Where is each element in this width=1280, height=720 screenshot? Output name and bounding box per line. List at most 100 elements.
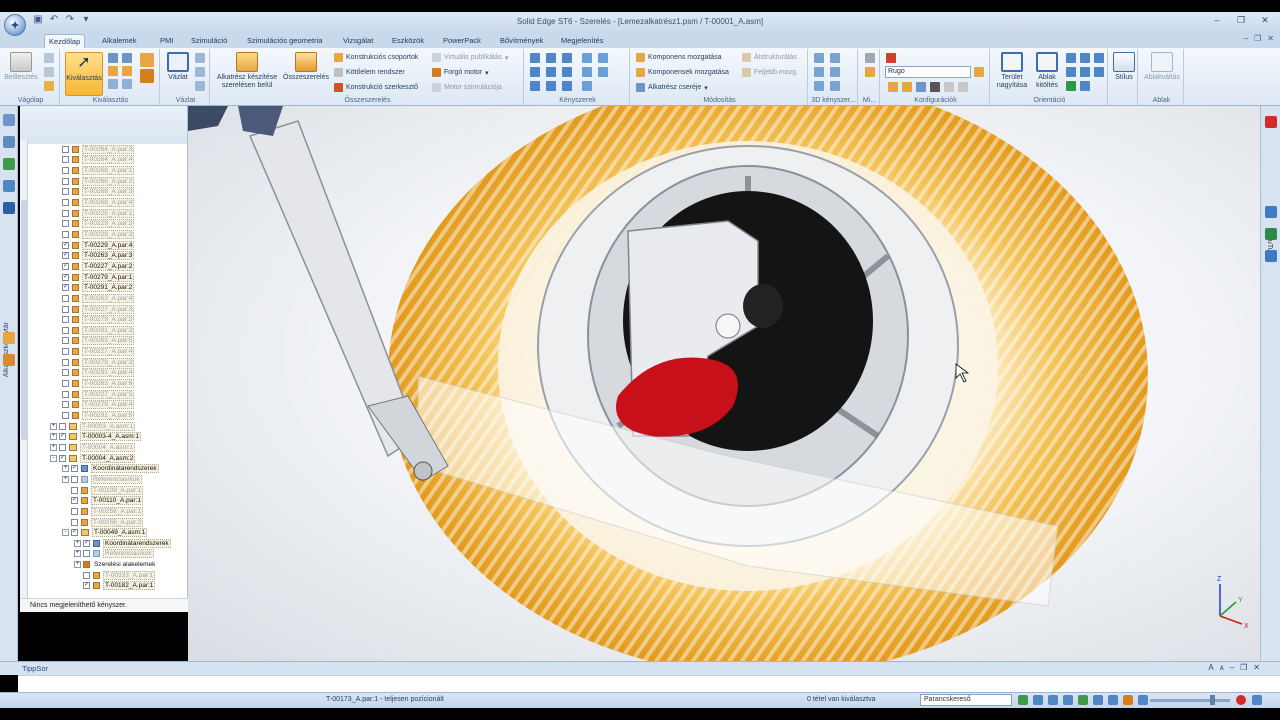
view-top-icon[interactable] [1080,67,1090,77]
view-front-icon[interactable] [1066,67,1076,77]
construction-groups-button[interactable]: Konstrukciós csoportok [334,53,418,62]
pan-icon[interactable] [1080,53,1090,63]
zoom-slider[interactable] [1150,699,1230,702]
command-finder-input[interactable]: Parancskereső [920,694,1012,706]
visibility-checkbox[interactable]: ✓ [62,273,69,281]
ribbon-minimize-icon[interactable]: – [1244,34,1248,43]
select-tool-icon[interactable] [108,53,118,63]
tree-row[interactable]: T-00263_A.par:6 [62,378,135,389]
visibility-checkbox[interactable] [62,326,69,334]
visibility-checkbox[interactable]: ✓ [62,241,69,249]
visibility-checkbox[interactable]: ✓ [71,529,78,537]
expand-icon[interactable]: + [74,539,81,547]
tree-row[interactable]: + ✓ Koordinátarendszerek [74,538,171,549]
tab-powerpack[interactable]: PowerPack [439,34,485,48]
refresh-icon[interactable] [1066,81,1076,91]
format-painter-icon[interactable] [44,81,54,91]
tree-row[interactable]: + T-00004_A.asm:1 [50,442,136,453]
visibility-checkbox[interactable] [62,294,69,302]
visibility-checkbox[interactable]: ✓ [59,454,66,462]
restructure-button[interactable]: Átstrukturálás [742,53,797,62]
tree-row[interactable]: ✓ T-00291_A.par:2 [62,282,135,293]
3d-arc-icon[interactable] [814,67,824,77]
3d-curve-icon[interactable] [814,81,824,91]
visibility-checkbox[interactable] [62,369,69,377]
ribbon-restore-icon[interactable]: ❐ [1254,34,1261,43]
visibility-checkbox[interactable] [71,486,78,494]
frame-design-button[interactable]: Konstrukció szerkesztő [334,83,418,92]
tree-row[interactable]: T-00279_A.par:2 [62,314,135,325]
font-size-small-icon[interactable]: ᴀ [1220,663,1224,672]
select-button[interactable]: ➚ Kiválasztás [65,52,103,96]
tab-szimulacios-geometria[interactable]: Szimulációs geometria [243,34,326,48]
visibility-checkbox[interactable] [62,199,69,207]
visibility-checkbox[interactable] [62,380,69,388]
view-icon[interactable] [944,82,954,92]
tab-szimulacio[interactable]: Szimuláció [187,34,231,48]
virtual-publish-button[interactable]: Virtuális publikálás ▾ [432,53,508,62]
parts-library-tab[interactable]: Alkatrészkönyvtár [3,322,10,377]
center-plane-icon[interactable] [546,81,556,91]
font-size-icon[interactable]: A [1208,663,1213,672]
ribbon-close-icon[interactable]: ✕ [1267,34,1274,43]
match-cs-icon[interactable] [530,81,540,91]
select-assembly-icon[interactable] [122,66,132,76]
visibility-checkbox[interactable]: ✓ [62,262,69,270]
tangent-icon[interactable] [546,67,556,77]
fit-window-button[interactable]: Ablak kitöltés [1032,52,1062,90]
status-pan-icon[interactable] [1063,695,1073,705]
tree-row[interactable]: T-00256_A.par:1 [62,506,144,517]
motor-simulation-button[interactable]: Motor szimulációja [432,83,502,92]
sketch-button[interactable]: Vázlat [164,52,192,82]
move-components-button[interactable]: Komponensek mozgatása [636,68,729,77]
collapse-icon[interactable]: - [50,454,57,462]
visibility-checkbox[interactable] [62,390,69,398]
tree-row[interactable]: T-00279_A.par:3 [62,357,135,368]
path-icon[interactable] [562,81,572,91]
tip-restore-icon[interactable]: ❐ [1240,663,1247,672]
status-shade-icon[interactable] [1108,695,1118,705]
tree-row[interactable]: ✓ T-00182_A.par:1 [74,581,156,592]
3d-viewport[interactable]: Z X Y [188,106,1260,661]
tree-row[interactable]: ✓ T-00110_A.par:1 [62,495,143,506]
tip-minimize-icon[interactable]: – [1230,663,1234,672]
status-stop-icon[interactable] [1236,695,1246,705]
layers-icon[interactable] [3,136,15,148]
community-icon[interactable] [1265,228,1277,240]
display-config-icon[interactable] [902,82,912,92]
visibility-checkbox[interactable]: ✓ [59,433,66,441]
rotate-icon[interactable] [1094,53,1104,63]
visibility-checkbox[interactable] [71,475,78,483]
visibility-checkbox[interactable]: ✓ [62,252,69,260]
expand-icon[interactable]: + [62,465,69,473]
connect-icon[interactable] [598,53,608,63]
copy-icon[interactable] [44,67,54,77]
tree-row[interactable]: T-00268_A.par:3 [62,187,135,198]
visibility-checkbox[interactable] [62,316,69,324]
status-refresh-icon[interactable] [1018,695,1028,705]
tree-row[interactable]: T-00291_A.par:4 [62,368,135,379]
tree-row[interactable]: T-00229_A.par:3 [62,229,135,240]
cut-icon[interactable] [44,53,54,63]
sensors-icon[interactable] [3,158,15,170]
cam-icon[interactable] [562,67,572,77]
3d-point-icon[interactable] [830,67,840,77]
visibility-checkbox[interactable]: ✓ [83,582,90,590]
expand-icon[interactable]: + [74,550,81,558]
snapshot-icon[interactable] [958,82,968,92]
3d-sketch-icon[interactable] [814,53,824,63]
planar-align-icon[interactable] [546,53,556,63]
move-up-button[interactable]: Feljebb mozg. [742,68,798,77]
tree-row[interactable]: T-00229_A.par:1 [62,208,135,219]
library-icon[interactable] [3,202,15,214]
line-icon[interactable] [195,53,205,63]
insert-icon[interactable] [582,53,592,63]
tab-alkalemek[interactable]: Alkalemek [98,34,141,48]
maximize-icon[interactable]: ❐ [1230,13,1252,27]
status-fullscreen-icon[interactable] [1252,695,1262,705]
config-icon[interactable] [886,53,896,63]
status-render-icon[interactable] [1123,695,1133,705]
visibility-checkbox[interactable] [62,145,69,153]
visibility-checkbox[interactable] [62,209,69,217]
visibility-checkbox[interactable]: ✓ [83,539,90,547]
